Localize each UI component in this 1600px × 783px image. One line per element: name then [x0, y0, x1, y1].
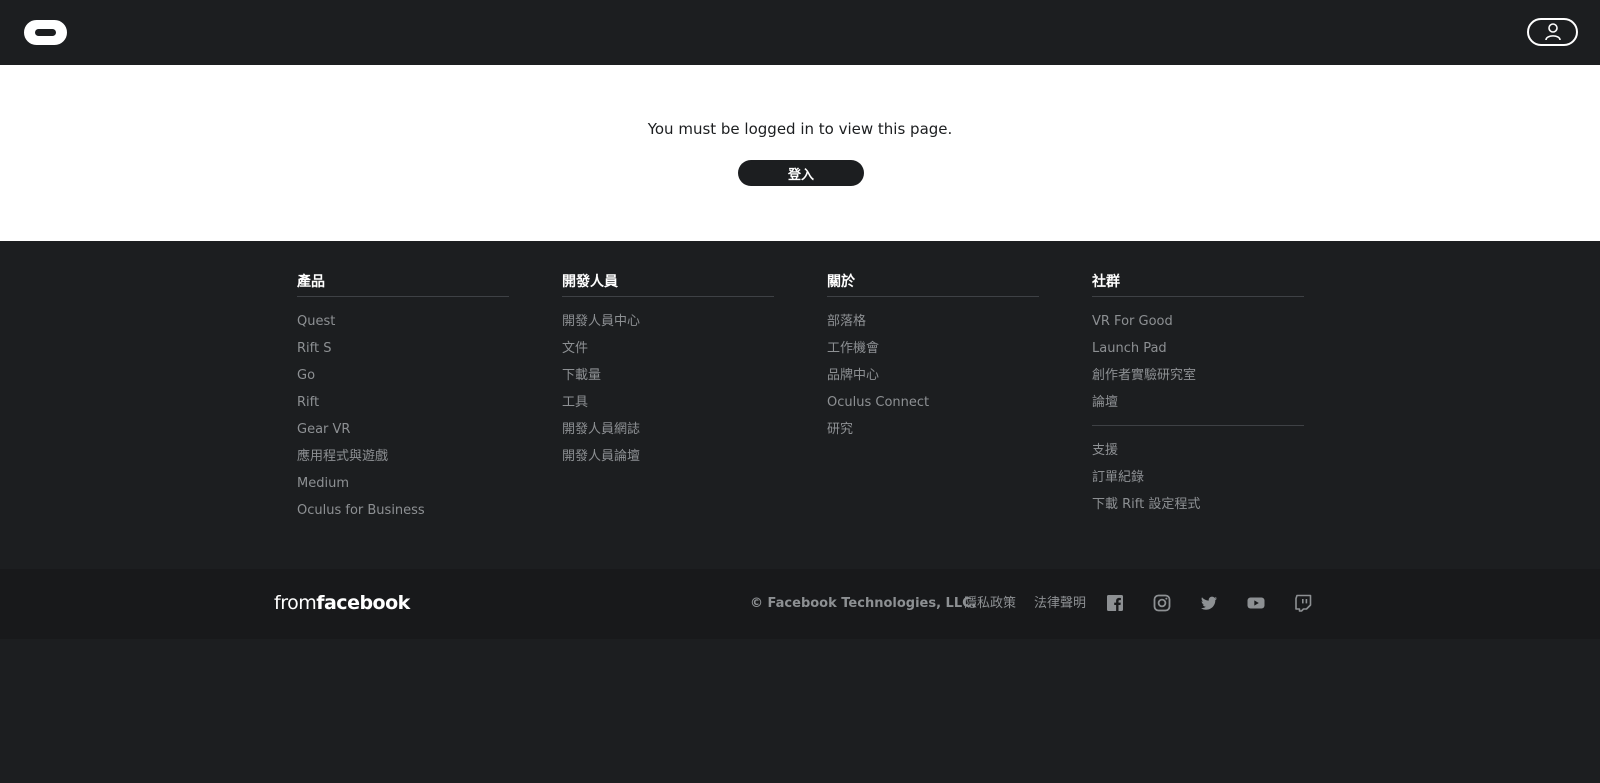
- footer-link[interactable]: Medium: [297, 475, 509, 502]
- footer-link[interactable]: 應用程式與遊戲: [297, 448, 509, 475]
- footer-link[interactable]: Go: [297, 367, 509, 394]
- footer-link[interactable]: VR For Good: [1092, 313, 1304, 340]
- footer: 產品 Quest Rift S Go Rift Gear VR 應用程式與遊戲 …: [0, 241, 1600, 569]
- footer-link[interactable]: Quest: [297, 313, 509, 340]
- footer-column-title: 社群: [1092, 273, 1304, 297]
- footer-link[interactable]: 文件: [562, 340, 774, 367]
- bottom-bar: fromfacebook © Facebook Technologies, LL…: [0, 569, 1600, 639]
- footer-link[interactable]: Launch Pad: [1092, 340, 1304, 367]
- footer-column-about: 關於 部落格 工作機會 品牌中心 Oculus Connect 研究: [827, 273, 1039, 448]
- top-navigation-bar: [0, 0, 1600, 65]
- footer-link[interactable]: 工作機會: [827, 340, 1039, 367]
- footer-link[interactable]: 品牌中心: [827, 367, 1039, 394]
- legal-notice-link[interactable]: 法律聲明: [1034, 595, 1086, 613]
- footer-link[interactable]: 部落格: [827, 313, 1039, 340]
- facebook-icon[interactable]: [1105, 593, 1125, 613]
- footer-link[interactable]: 開發人員網誌: [562, 421, 774, 448]
- page-background: [0, 639, 1600, 783]
- footer-column-title: 關於: [827, 273, 1039, 297]
- footer-column-community: 社群 VR For Good Launch Pad 創作者實驗研究室 論壇 支援…: [1092, 273, 1304, 523]
- footer-link[interactable]: Oculus Connect: [827, 394, 1039, 421]
- privacy-policy-link[interactable]: 隱私政策: [964, 595, 1016, 613]
- footer-link[interactable]: 訂單紀錄: [1092, 469, 1304, 496]
- footer-link[interactable]: 研究: [827, 421, 1039, 448]
- footer-link[interactable]: Oculus for Business: [297, 502, 509, 529]
- footer-link[interactable]: Gear VR: [297, 421, 509, 448]
- footer-column-products: 產品 Quest Rift S Go Rift Gear VR 應用程式與遊戲 …: [297, 273, 509, 529]
- twitter-icon[interactable]: [1199, 593, 1219, 613]
- oculus-logo-icon[interactable]: [24, 20, 67, 45]
- footer-link[interactable]: Rift: [297, 394, 509, 421]
- from-facebook-logo: fromfacebook: [274, 591, 410, 615]
- main-content: You must be logged in to view this page.…: [0, 65, 1600, 241]
- youtube-icon[interactable]: [1246, 593, 1266, 613]
- footer-link[interactable]: 開發人員中心: [562, 313, 774, 340]
- twitch-icon[interactable]: [1293, 593, 1313, 613]
- user-icon: [1545, 23, 1561, 41]
- logo-hole: [35, 29, 56, 36]
- instagram-icon[interactable]: [1152, 593, 1172, 613]
- footer-link[interactable]: Rift S: [297, 340, 509, 367]
- footer-link[interactable]: 論壇: [1092, 394, 1304, 421]
- from-text: from: [274, 592, 317, 614]
- account-button[interactable]: [1527, 18, 1578, 46]
- footer-column-title: 開發人員: [562, 273, 774, 297]
- facebook-wordmark: facebook: [316, 592, 410, 614]
- login-required-message: You must be logged in to view this page.: [647, 120, 953, 138]
- footer-link[interactable]: 支援: [1092, 442, 1304, 469]
- footer-link[interactable]: 工具: [562, 394, 774, 421]
- login-button[interactable]: 登入: [738, 160, 864, 186]
- footer-link[interactable]: 下載量: [562, 367, 774, 394]
- copyright-text: © Facebook Technologies, LLC.: [750, 596, 977, 611]
- footer-divider: [1092, 425, 1304, 426]
- footer-link[interactable]: 創作者實驗研究室: [1092, 367, 1304, 394]
- footer-column-developers: 開發人員 開發人員中心 文件 下載量 工具 開發人員網誌 開發人員論壇: [562, 273, 774, 475]
- footer-link[interactable]: 開發人員論壇: [562, 448, 774, 475]
- footer-link[interactable]: 下載 Rift 設定程式: [1092, 496, 1304, 523]
- footer-column-title: 產品: [297, 273, 509, 297]
